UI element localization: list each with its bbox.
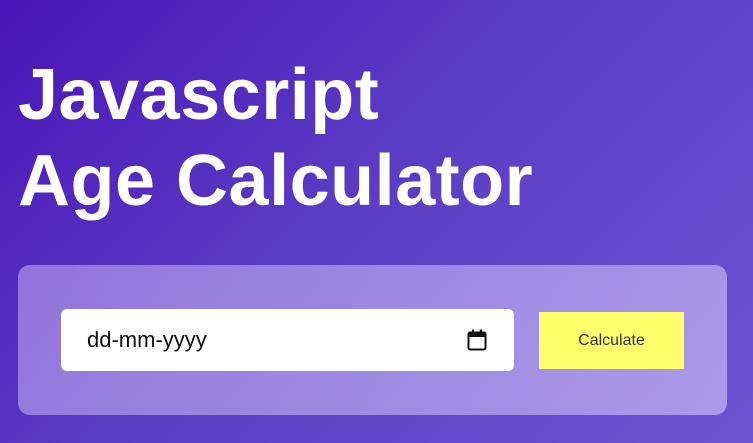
- calendar-icon[interactable]: [466, 329, 488, 351]
- calculator-card: dd-mm-yyyy Calculate: [18, 265, 727, 415]
- page-title-line-2: Age Calculator: [18, 141, 534, 221]
- date-input-placeholder: dd-mm-yyyy: [87, 327, 207, 352]
- calculate-button[interactable]: Calculate: [539, 312, 684, 369]
- birth-date-input[interactable]: dd-mm-yyyy: [61, 309, 514, 371]
- page-title: Javascript Age Calculator: [18, 52, 533, 224]
- page: Javascript Age Calculator dd-mm-yyyy Cal…: [0, 0, 753, 443]
- page-title-line-1: Javascript: [18, 55, 380, 135]
